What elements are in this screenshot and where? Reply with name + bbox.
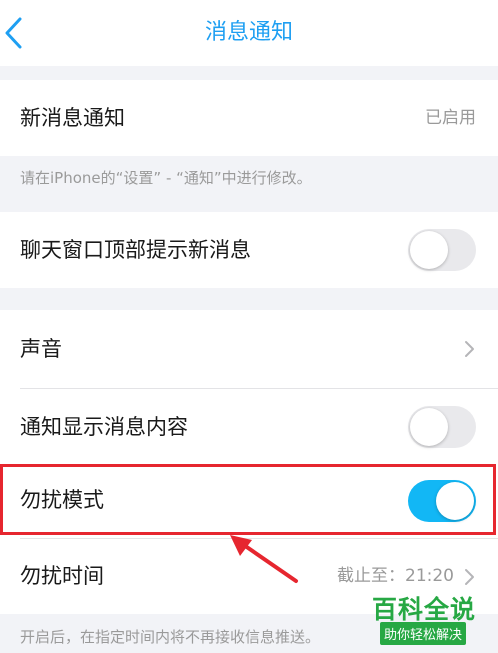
page-title: 消息通知 [204,20,293,45]
dnd-mode-toggle[interactable] [408,480,476,522]
chevron-right-icon [465,341,474,357]
dnd-note: 开启后，在指定时间内将不再接收信息推送。 [20,628,321,646]
show-content-toggle[interactable] [408,406,476,448]
sound-row[interactable]: 声音 [0,310,498,388]
dnd-time-label: 勿扰时间 [20,564,104,588]
sound-label: 声音 [20,337,62,361]
toggle-knob [410,408,448,446]
dnd-mode-label: 勿扰模式 [20,488,104,512]
new-message-notification-status: 已启用 [425,108,476,128]
toggle-knob [410,231,448,269]
show-content-label: 通知显示消息内容 [20,415,188,439]
show-content-row: 通知显示消息内容 [0,389,498,465]
annotation-arrow-icon [230,535,298,583]
new-message-notification-label: 新消息通知 [20,106,125,130]
chevron-right-icon [465,569,474,585]
navigation-bar: 消息通知 [0,0,498,66]
watermark-title: 百科全说 [372,595,477,624]
top-banner-label: 聊天窗口顶部提示新消息 [20,238,251,262]
top-banner-toggle[interactable] [408,229,476,271]
toggle-knob [436,482,474,520]
new-message-note: 请在iPhone的“设置” - “通知”中进行修改。 [20,169,312,187]
new-message-notification-row[interactable]: 新消息通知 已启用 [0,80,498,156]
dnd-mode-row: 勿扰模式 [0,466,498,534]
top-banner-row: 聊天窗口顶部提示新消息 [0,212,498,288]
watermark-subtitle: 助你轻松解决 [380,622,467,645]
